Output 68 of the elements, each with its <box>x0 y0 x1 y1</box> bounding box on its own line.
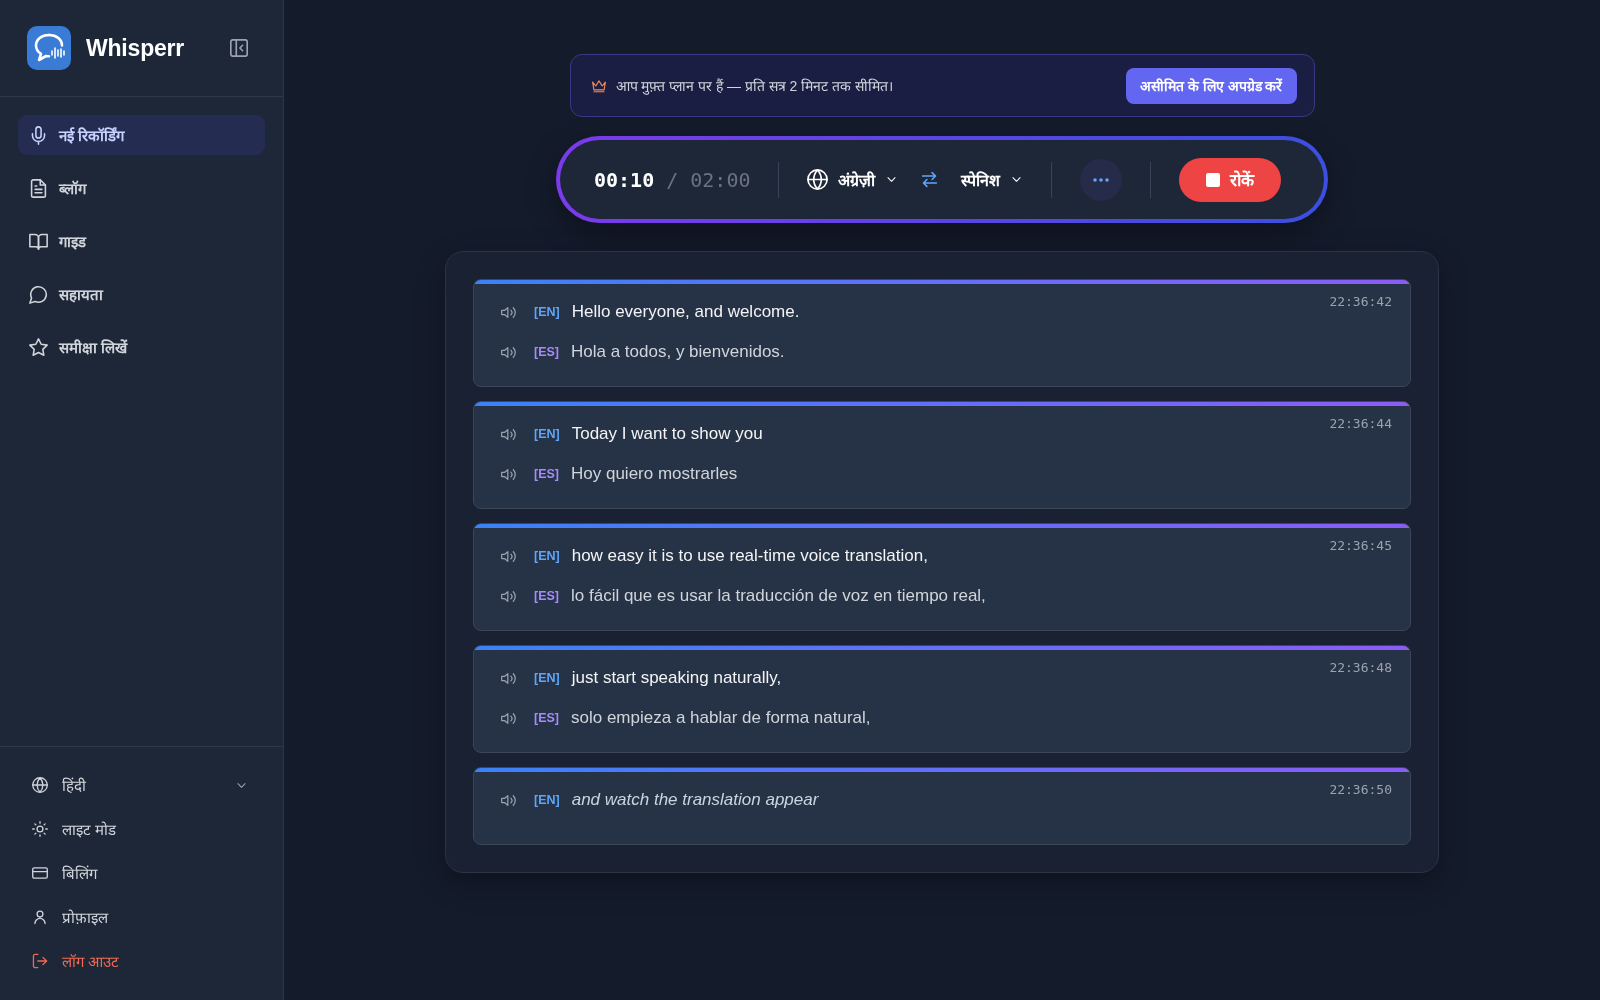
speaker-icon[interactable] <box>500 670 517 686</box>
star-icon <box>29 337 48 357</box>
speaker-icon[interactable] <box>500 344 517 360</box>
language-tag: [ES] <box>534 589 559 603</box>
language-tag: [ES] <box>534 711 559 725</box>
language-tag: [ES] <box>534 345 559 359</box>
globe-icon <box>32 777 48 793</box>
transcript-text: Hello everyone, and welcome. <box>571 302 800 322</box>
sun-icon <box>32 821 48 837</box>
book-icon <box>29 231 48 251</box>
sidebar-collapse-icon[interactable] <box>229 38 249 58</box>
timestamp: 22:36:45 <box>1329 538 1392 553</box>
microphone-icon <box>29 125 48 145</box>
speaker-icon[interactable] <box>500 588 517 604</box>
more-icon <box>1093 177 1110 182</box>
target-language-dropdown[interactable]: स्पेनिश <box>961 168 1024 191</box>
language-tag: [EN] <box>534 671 560 685</box>
language-tag: [EN] <box>534 793 560 807</box>
credit-card-icon <box>32 865 48 881</box>
timestamp: 22:36:42 <box>1329 294 1392 309</box>
sidebar-item[interactable]: सहायता <box>18 274 265 314</box>
transcript-text: and watch the translation appear <box>571 790 819 810</box>
language-dropdown[interactable]: हिंदी <box>18 769 265 801</box>
logout-button[interactable]: लॉग आउट <box>18 945 265 977</box>
speaker-icon[interactable] <box>500 304 517 320</box>
transcript-text: Today I want to show you <box>571 424 763 444</box>
language-tag: [EN] <box>534 427 560 441</box>
logout-icon <box>32 953 48 969</box>
stop-button[interactable]: रोकें <box>1179 157 1282 202</box>
banner-text: आप मुफ़्त प्लान पर हैं — प्रति सत्र 2 मिनट तक सीमित। <box>615 77 895 95</box>
sidebar-item[interactable]: प्रोफ़ाइल <box>18 901 265 933</box>
language-tag: [ES] <box>534 467 559 481</box>
transcript-text: just start speaking naturally, <box>571 668 782 688</box>
speaker-icon[interactable] <box>500 710 517 726</box>
speaker-icon[interactable] <box>500 792 517 808</box>
stop-icon <box>1206 172 1221 187</box>
user-icon <box>32 909 48 925</box>
time-limit: 02:00 <box>690 167 751 192</box>
timestamp: 22:36:50 <box>1329 782 1392 797</box>
document-icon <box>29 178 48 198</box>
upgrade-button[interactable]: असीमित के लिए अपग्रेड करें <box>1125 67 1297 104</box>
language-tag: [EN] <box>534 305 560 319</box>
logo-icon <box>27 26 71 70</box>
sidebar-item[interactable]: नई रिकॉर्डिंग <box>18 115 265 155</box>
speaker-icon[interactable] <box>500 548 517 564</box>
chat-bubble-icon <box>29 284 48 304</box>
sidebar-item[interactable]: लाइट मोड <box>18 813 265 845</box>
translation-text: lo fácil que es usar la traducción de voz en tiempo real, <box>571 586 986 606</box>
timestamp: 22:36:44 <box>1329 416 1392 431</box>
transcript-text: how easy it is to use real-time voice translation, <box>571 546 928 566</box>
time-separator: / <box>666 167 679 192</box>
translation-text: Hoy quiero mostrarles <box>571 464 738 484</box>
swap-icon[interactable] <box>920 170 940 189</box>
speaker-icon[interactable] <box>500 426 517 442</box>
speaker-icon[interactable] <box>500 466 517 482</box>
globe-icon <box>807 169 829 190</box>
sidebar-item[interactable]: ब्लॉग <box>18 168 265 208</box>
sidebar-item[interactable]: बिलिंग <box>18 857 265 889</box>
source-language-dropdown[interactable]: अंग्रेज़ी <box>807 168 899 191</box>
sidebar-item[interactable]: समीक्षा लिखें <box>18 327 265 367</box>
translation-text: solo empieza a hablar de forma natural, <box>571 708 871 728</box>
timestamp: 22:36:48 <box>1329 660 1392 675</box>
brand-name: Whisperr <box>86 34 186 62</box>
sidebar-item[interactable]: गाइड <box>18 221 265 261</box>
elapsed-time: 00:10 <box>594 167 655 192</box>
translation-text: Hola a todos, y bienvenidos. <box>571 342 785 362</box>
language-tag: [EN] <box>534 549 560 563</box>
crown-icon <box>590 78 607 93</box>
